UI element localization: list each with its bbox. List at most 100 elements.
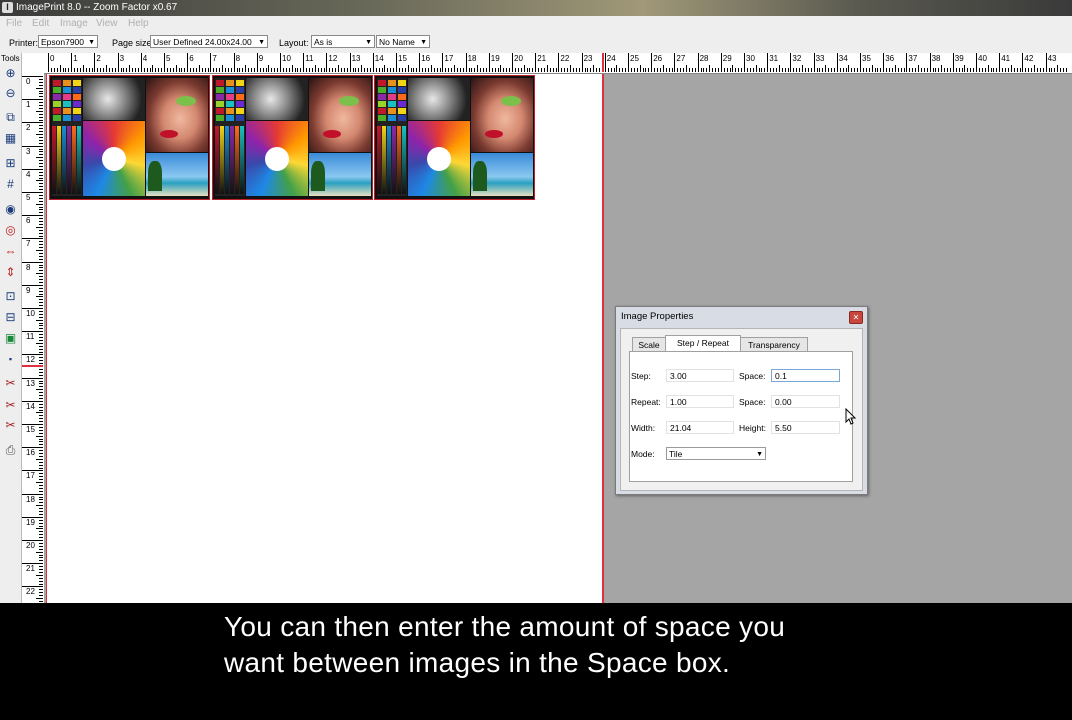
ruler-tick-label: 25 — [630, 54, 639, 63]
tab-transparency[interactable]: Transparency — [740, 337, 808, 352]
ruler-tick — [836, 53, 838, 72]
ruler-tick — [216, 68, 218, 72]
ruler-tick-label: 4 — [142, 54, 148, 63]
scissors-icon[interactable]: ✂ — [3, 376, 18, 391]
ruler-tick — [39, 244, 43, 246]
dialog-title: Image Properties — [621, 311, 694, 322]
ruler-tick — [941, 65, 943, 72]
tab-scale[interactable]: Scale — [632, 337, 666, 352]
ruler-tick — [961, 68, 963, 72]
ruler-tick — [39, 368, 43, 370]
ruler-corner — [22, 53, 44, 74]
ruler-tick-label: 29 — [722, 54, 732, 63]
ruler-tick-label: 5 — [26, 193, 31, 202]
ruler-tick — [39, 548, 43, 550]
ruler-tick-label: 0 — [26, 77, 31, 86]
ruler-tick — [39, 287, 43, 289]
ruler-tick — [39, 395, 43, 396]
version-icon[interactable]: ▪ — [3, 352, 18, 367]
ruler-tick-label: 41 — [1001, 54, 1011, 63]
ruler-tick — [349, 53, 351, 72]
ruler-tick — [39, 174, 43, 176]
ruler-tick — [799, 68, 801, 72]
ruler-tick — [372, 53, 374, 72]
space-vertical-field[interactable]: 0.00 — [771, 395, 840, 408]
mode-select[interactable]: Tile ▼ — [666, 447, 766, 460]
ruler-tick — [39, 531, 43, 533]
ruler-tick-label: 13 — [351, 54, 361, 63]
cut-all-icon[interactable]: ✂ — [3, 418, 18, 433]
zoom-in-icon[interactable]: ⊕ — [3, 66, 18, 81]
ruler-tick-label: 21 — [26, 564, 35, 574]
ruler-tick-label: 14 — [374, 54, 384, 63]
ruler-tick — [410, 68, 412, 72]
tab-step-repeat[interactable]: Step / Repeat — [665, 335, 741, 352]
ruler-tick — [1065, 68, 1067, 72]
pagesize-select[interactable]: User Defined 24.00x24.00 ▼ — [150, 35, 268, 48]
space-field[interactable]: 0.1 — [771, 369, 840, 382]
image-tile[interactable] — [49, 75, 210, 200]
step-field[interactable]: 3.00 — [666, 369, 734, 382]
menu-view[interactable]: View — [96, 18, 118, 29]
repeat-label: Repeat: — [631, 397, 661, 407]
fit-icon[interactable]: ▣ — [3, 331, 18, 346]
ruler-tick — [485, 68, 487, 72]
flip-horizontal-icon[interactable]: ⇔ — [3, 244, 18, 259]
grid-layout-icon[interactable]: ▦ — [3, 131, 18, 146]
ruler-tick-label: 18 — [26, 494, 35, 504]
ruler-tick — [459, 68, 461, 72]
flip-vertical-icon[interactable]: ⇕ — [3, 265, 18, 280]
resize-icon[interactable]: ⧉ — [3, 110, 18, 125]
ruler-tick — [143, 68, 145, 72]
ruler-tick — [770, 68, 772, 72]
image-tile[interactable] — [211, 75, 373, 200]
ruler-tick — [1019, 68, 1021, 72]
ruler-tick — [82, 65, 84, 72]
ruler-tick — [555, 68, 557, 72]
ruler-tick — [39, 279, 43, 280]
ruler-tick — [1028, 68, 1030, 72]
center-icon[interactable]: ⊡ — [3, 289, 18, 304]
cut-icon[interactable]: ✂ — [3, 398, 18, 413]
menu-help[interactable]: Help — [128, 18, 149, 29]
ruler-tick — [343, 68, 345, 72]
ruler-tick — [85, 68, 87, 72]
image-tile[interactable] — [374, 75, 535, 200]
menu-file[interactable]: File — [6, 18, 22, 29]
ruler-tick — [291, 65, 293, 72]
color-pencils-photo — [245, 121, 308, 196]
ruler-tick — [39, 421, 43, 423]
ruler-tick — [39, 383, 43, 385]
ruler-tick — [39, 131, 43, 133]
ruler-tick-label: 16 — [421, 54, 431, 63]
repeat-field[interactable]: 1.00 — [666, 395, 734, 408]
rotate-icon[interactable]: ◉ — [3, 202, 18, 217]
align-icon[interactable]: ⊟ — [3, 310, 18, 325]
ruler-tick — [575, 68, 577, 72]
color-target-icon[interactable]: ◎ — [3, 223, 18, 238]
crop-grid-icon[interactable]: # — [3, 177, 18, 192]
ruler-tick — [1045, 53, 1047, 72]
ruler-tick — [590, 68, 592, 72]
ruler-tick-label: 0 — [50, 54, 55, 63]
menu-image[interactable]: Image — [60, 18, 88, 29]
height-field[interactable]: 5.50 — [771, 421, 840, 434]
zoom-out-icon[interactable]: ⊖ — [3, 86, 18, 101]
close-icon[interactable]: ✕ — [849, 311, 863, 324]
ruler-tick — [242, 68, 244, 72]
name-select[interactable]: No Name ▼ — [376, 35, 430, 48]
ruler-tick — [59, 65, 61, 72]
printer-select[interactable]: Epson7900 ▼ — [38, 35, 98, 48]
ruler-tick — [784, 68, 786, 72]
menu-edit[interactable]: Edit — [32, 18, 49, 29]
ruler-tick — [39, 334, 43, 336]
ruler-tick — [169, 68, 171, 72]
width-field[interactable]: 21.04 — [666, 421, 734, 434]
layout-value: As is — [314, 37, 333, 47]
frame-icon[interactable]: ⊞ — [3, 156, 18, 171]
ruler-tick-label: 9 — [258, 54, 264, 63]
printer-icon[interactable]: ⎙ — [3, 443, 18, 458]
layout-select[interactable]: As is ▼ — [311, 35, 375, 48]
mode-value: Tile — [669, 449, 683, 459]
pagesize-value: User Defined 24.00x24.00 — [153, 37, 252, 47]
